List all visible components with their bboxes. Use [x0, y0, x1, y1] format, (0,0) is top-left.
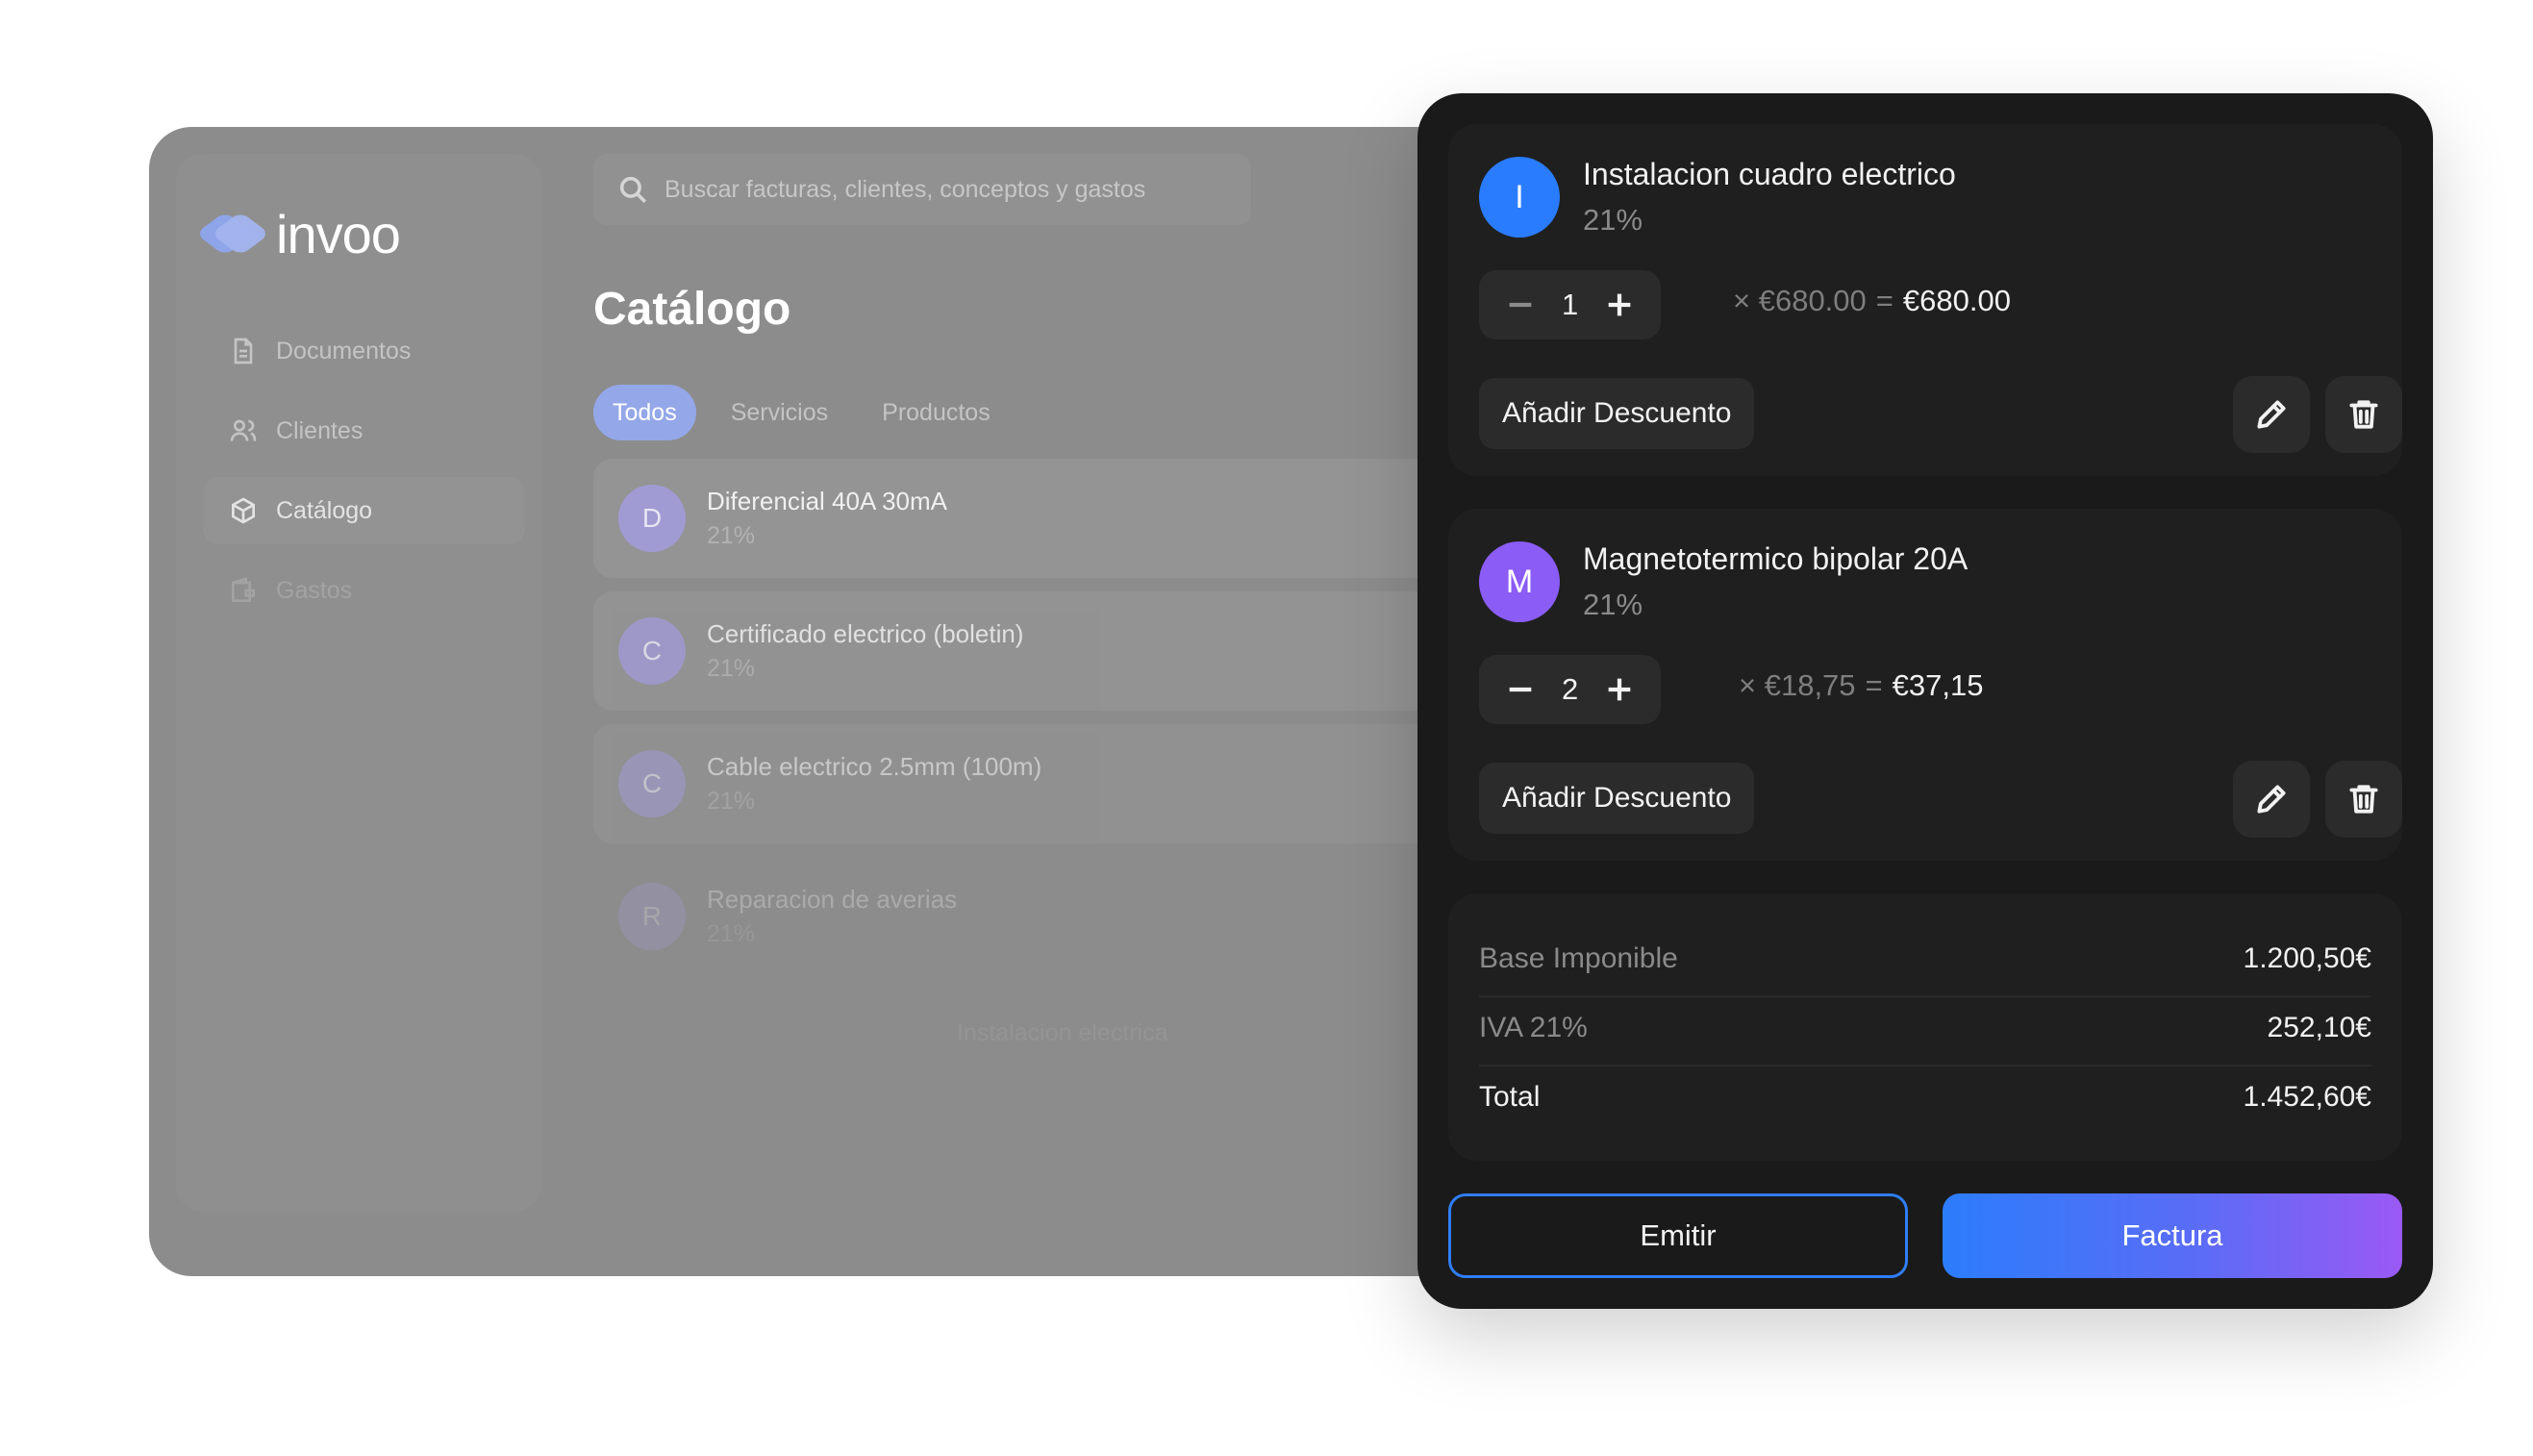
avatar: R [618, 883, 686, 950]
list-item[interactable]: C Cable electrico 2.5mm (100m) 21% [593, 724, 1495, 843]
search-input[interactable]: Buscar facturas, clientes, conceptos y g… [593, 154, 1251, 225]
tab-todos[interactable]: Todos [593, 385, 696, 440]
wallet-icon [232, 577, 255, 602]
totals-summary: Base Imponible 1.200,50€ IVA 21% 252,10€… [1448, 893, 2402, 1161]
iva-label: IVA 21% [1479, 1012, 1588, 1043]
list-item[interactable]: C Certificado electrico (boletin) 21% [593, 591, 1495, 711]
list-item[interactable]: D Diferencial 40A 30mA 21% [593, 459, 1495, 578]
base-value: 1.200,50€ [2243, 942, 2371, 974]
filter-tabs: Todos Servicios Productos [593, 385, 1010, 440]
quantity-stepper: 2 [1479, 655, 1662, 724]
logo-text: invoo [276, 203, 401, 264]
total-row: Total 1.452,60€ [1479, 1068, 2371, 1126]
decrement-button[interactable] [1479, 270, 1562, 339]
delete-button[interactable] [2325, 761, 2402, 838]
sidebar-item-catalogo[interactable]: Catálogo [203, 477, 525, 544]
item-tax: 21% [707, 522, 756, 549]
divider [1479, 995, 2371, 997]
avatar: C [618, 617, 686, 685]
item-name: Reparacion de averias [707, 885, 958, 914]
pencil-icon [2257, 785, 2286, 814]
box-icon [232, 497, 255, 524]
line-tax: 21% [1583, 588, 1643, 621]
search-placeholder: Buscar facturas, clientes, conceptos y g… [665, 175, 1146, 203]
iva-value: 252,10€ [2267, 1012, 2371, 1043]
divider [1479, 1065, 2371, 1067]
item-name: Diferencial 40A 30mA [707, 487, 948, 515]
sidebar-item-label: Gastos [276, 576, 353, 604]
trash-icon [2349, 400, 2378, 429]
sidebar-item-label: Catálogo [276, 496, 373, 524]
pencil-icon [2257, 400, 2286, 429]
edit-button[interactable] [2233, 376, 2310, 453]
quantity-value[interactable]: 1 [1562, 288, 1578, 322]
decrement-button[interactable] [1479, 655, 1562, 724]
item-name: Certificado electrico (boletin) [707, 619, 1024, 648]
invoice-line: M Magnetotermico bipolar 20A 21% 2 × €18… [1448, 509, 2402, 861]
price-calculation: × €18,75 = €37,15 [1739, 668, 1983, 703]
invoice-panel: I Instalacion cuadro electrico 21% 1 × €… [1417, 93, 2433, 1309]
item-tax: 21% [707, 920, 756, 947]
equals-sign: = [1875, 284, 1893, 317]
list-item[interactable]: R Reparacion de averias 21% [593, 857, 1495, 976]
item-name: Cable electrico 2.5mm (100m) [707, 752, 1042, 781]
trash-icon [2349, 785, 2378, 814]
equals-sign: = [1865, 668, 1883, 702]
sidebar-item-gastos[interactable]: Gastos [203, 557, 525, 624]
price-calculation: × €680.00 = €680.00 [1733, 284, 2011, 318]
search-icon [619, 176, 647, 204]
avatar: D [618, 485, 686, 552]
quantity-value[interactable]: 2 [1562, 672, 1578, 707]
sidebar-item-label: Clientes [276, 416, 364, 444]
delete-button[interactable] [2325, 376, 2402, 453]
total-value: 1.452,60€ [2243, 1081, 2371, 1113]
minus-icon [1509, 687, 1532, 692]
iva-row: IVA 21% 252,10€ [1479, 999, 2371, 1057]
sidebar-item-label: Documentos [276, 337, 412, 364]
logo: invoo [195, 200, 401, 267]
sidebar-item-documentos[interactable]: Documentos [203, 317, 525, 385]
item-tax: 21% [707, 655, 756, 682]
increment-button[interactable] [1578, 655, 1661, 724]
base-label: Base Imponible [1479, 942, 1678, 974]
quantity-stepper: 1 [1479, 270, 1662, 339]
minus-icon [1509, 302, 1532, 308]
catalog-list: D Diferencial 40A 30mA 21% C Certificado … [593, 459, 1495, 990]
logo-mark-icon [195, 210, 270, 258]
invoice-line: I Instalacion cuadro electrico 21% 1 × €… [1448, 124, 2402, 476]
page-title: Catálogo [593, 284, 791, 335]
plus-icon [1608, 678, 1631, 701]
tab-servicios[interactable]: Servicios [712, 385, 847, 440]
total-label: Total [1479, 1081, 1541, 1113]
avatar: I [1479, 157, 1560, 238]
sidebar-item-clientes[interactable]: Clientes [203, 397, 525, 464]
add-discount-button[interactable]: Añadir Descuento [1479, 763, 1755, 834]
emitir-button[interactable]: Emitir [1448, 1193, 1908, 1278]
faded-list-item: Instalacion electrica [957, 1019, 1168, 1046]
unit-price: × €680.00 [1733, 284, 1867, 317]
increment-button[interactable] [1578, 270, 1661, 339]
sidebar: invoo Documentos Clientes Catálogo Gasto… [176, 154, 541, 1212]
unit-price: × €18,75 [1739, 668, 1856, 702]
avatar: M [1479, 541, 1560, 622]
document-icon [234, 338, 253, 364]
users-icon [230, 419, 257, 441]
factura-button[interactable]: Factura [1943, 1193, 2402, 1278]
line-name: Magnetotermico bipolar 20A [1583, 541, 1969, 576]
line-tax: 21% [1583, 203, 1643, 237]
sidebar-nav: Documentos Clientes Catálogo Gastos [203, 317, 525, 637]
line-total: €680.00 [1902, 284, 2011, 317]
add-discount-button[interactable]: Añadir Descuento [1479, 378, 1755, 449]
line-name: Instalacion cuadro electrico [1583, 157, 1956, 191]
item-tax: 21% [707, 788, 756, 815]
background-app: invoo Documentos Clientes Catálogo Gasto… [149, 127, 1495, 1276]
edit-button[interactable] [2233, 761, 2310, 838]
plus-icon [1608, 293, 1631, 316]
avatar: C [618, 750, 686, 817]
tab-productos[interactable]: Productos [863, 385, 1010, 440]
base-imponible-row: Base Imponible 1.200,50€ [1479, 930, 2371, 988]
line-total: €37,15 [1892, 668, 1984, 702]
